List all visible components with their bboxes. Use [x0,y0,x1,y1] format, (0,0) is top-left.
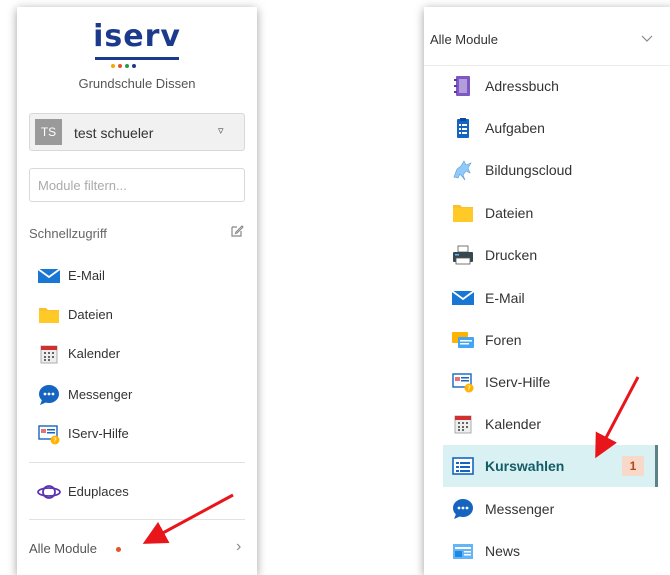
module-item-drucken[interactable]: Drucken [424,234,670,276]
school-name: Grundschule Dissen [78,76,196,91]
module-item-aufgaben[interactable]: Aufgaben [424,107,670,149]
module-label: Dateien [485,205,534,221]
module-item-iserv-hilfe[interactable]: ? IServ-Hilfe [424,361,670,403]
clipboard-icon [457,118,469,138]
notification-dot [116,547,121,552]
quick-item-label: Kalender [68,346,121,361]
quick-item-label: IServ-Hilfe [68,426,129,441]
module-item-kalender[interactable]: Kalender [424,403,670,445]
user-name: test schueler [74,125,154,141]
calendar-icon [454,415,472,434]
module-item-news[interactable]: News [424,530,670,572]
avatar: TS [35,119,62,145]
help-icon: ? [452,373,474,393]
all-modules-list: Alle Module Adressbuch Aufgaben Bildungs… [424,7,670,575]
quick-item-help[interactable]: ? IServ-Hilfe [17,419,257,449]
notification-badge: 1 [622,456,644,476]
folder-icon [39,308,59,323]
quick-item-label: Messenger [68,387,133,402]
quick-item-eduplaces[interactable]: Eduplaces [17,477,257,507]
chat-bubble-icon [39,385,59,405]
module-label: News [485,543,521,559]
quick-access-sidebar: iserv Grundschule Dissen TS test schuele… [17,7,257,575]
chevron-right-icon: › [236,538,242,555]
quick-item-messenger[interactable]: Messenger [17,380,257,410]
module-label: Foren [485,332,522,348]
horse-icon [453,160,472,181]
module-item-email[interactable]: E-Mail [424,277,670,319]
module-item-bildungscloud[interactable]: Bildungscloud [424,149,670,191]
news-icon [453,544,473,559]
divider [29,519,245,520]
svg-text:?: ? [467,385,471,393]
divider [29,462,245,463]
chevron-down-icon [641,35,653,42]
all-modules-button[interactable]: Alle Module › [17,535,257,561]
iserv-logo: iserv [91,19,183,68]
mail-icon [451,290,475,305]
quick-access-heading: Schnellzugriff [29,226,107,241]
svg-text:?: ? [53,437,57,445]
quick-item-files[interactable]: Dateien [17,300,257,330]
module-label: Kalender [485,416,542,432]
module-item-foren[interactable]: Foren [424,319,670,361]
module-label: E-Mail [485,290,525,306]
module-label: Aufgaben [485,120,545,136]
edit-icon[interactable] [230,224,244,238]
printer-icon [453,245,473,265]
module-label: Bildungscloud [485,162,573,178]
chat-bubble-icon [453,499,473,519]
calendar-icon [40,345,58,364]
all-modules-title: Alle Module [430,32,498,47]
all-modules-header[interactable]: Alle Module [424,7,670,66]
module-item-messenger[interactable]: Messenger [424,488,670,530]
quick-item-label: E-Mail [68,268,105,283]
module-label: Messenger [485,501,555,517]
mail-icon [37,268,61,283]
module-label: Kurswahlen [485,458,565,474]
user-menu-button[interactable]: TS test schueler ▿ [29,113,245,151]
quick-item-label: Eduplaces [68,484,129,499]
all-modules-label: Alle Module [29,541,97,556]
planet-icon [37,485,61,499]
iserv-logo-text: iserv [93,19,181,54]
address-book-icon [454,76,470,96]
module-label: Adressbuch [485,78,559,94]
module-item-kurswahlen[interactable]: Kurswahlen 1 [443,445,658,487]
forum-icon [452,332,474,348]
module-item-adressbuch[interactable]: Adressbuch [424,65,670,107]
quick-item-email[interactable]: E-Mail [17,261,257,291]
module-filter-input[interactable] [29,168,245,202]
caret-down-icon: ▿ [218,125,224,137]
quick-item-label: Dateien [68,307,113,322]
module-label: Drucken [485,247,538,263]
module-item-dateien[interactable]: Dateien [424,192,670,234]
folder-icon [453,205,473,222]
help-icon: ? [38,425,60,445]
quick-item-calendar[interactable]: Kalender [17,339,257,369]
course-icon [452,457,474,475]
module-label: IServ-Hilfe [485,374,551,390]
